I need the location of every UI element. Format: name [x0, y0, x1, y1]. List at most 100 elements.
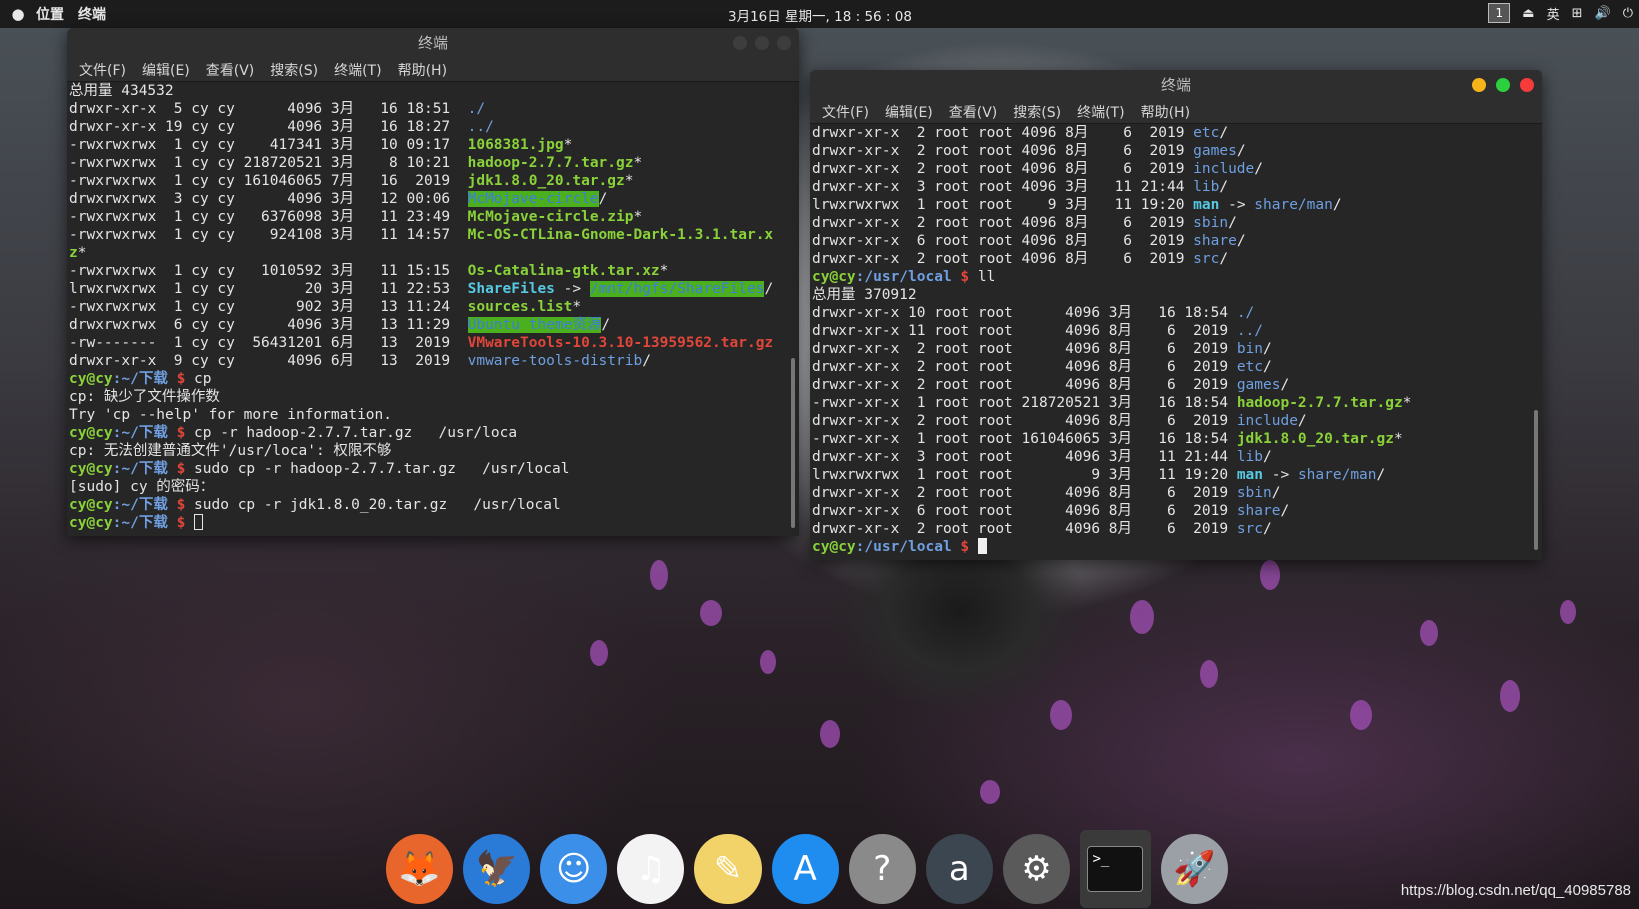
- terminal-text: ./: [1236, 305, 1255, 321]
- terminal-text: 总用量 370912: [812, 287, 917, 303]
- thunderbird-icon[interactable]: 🦅: [463, 833, 531, 904]
- terminal-text: /: [1280, 377, 1290, 393]
- terminal-text: *: [77, 245, 87, 261]
- menu-item[interactable]: 文件(F): [822, 102, 869, 122]
- terminal-line: lrwxrwxrwx 1 cy cy 20 3月 11 22:53 ShareF…: [69, 280, 799, 298]
- menu-item[interactable]: 终端(T): [334, 60, 381, 80]
- terminal-line: cy@cy:~/下载 $ sudo cp -r jdk1.8.0_20.tar.…: [69, 496, 799, 514]
- terminal-text: *: [659, 263, 669, 279]
- scrollbar[interactable]: [1534, 410, 1538, 550]
- terminal-text: /: [1332, 197, 1342, 213]
- terminal-text: drwxr-xr-x 2 root root 4096 8月 6 2019: [812, 377, 1237, 393]
- minimize-button[interactable]: [733, 36, 747, 50]
- window-titlebar[interactable]: 终端: [67, 28, 799, 58]
- menu-item[interactable]: 编辑(E): [142, 60, 190, 80]
- finder-icon-glyph: ☺: [556, 848, 592, 889]
- terminal-window-right[interactable]: 终端 文件(F) 编辑(E) 查看(V) 搜索(S) 终端(T) 帮助(H) drwxr-…: [810, 70, 1542, 560]
- terminal-line: -rwxrwxrwx 1 cy cy 902 3月 13 11:24 sourc…: [69, 298, 799, 316]
- terminal-line: -rwxrwxrwx 1 cy cy 161046065 7月 16 2019 …: [69, 172, 799, 190]
- clock[interactable]: 3月16日 星期一, 18 : 56 : 08: [728, 5, 912, 25]
- terminal-icon[interactable]: >_: [1079, 829, 1151, 908]
- terminal-line: drwxr-xr-x 2 root root 4096 8月 6 2019 in…: [812, 160, 1542, 178]
- close-button[interactable]: [777, 36, 791, 50]
- terminal-line: cy@cy:~/下载 $ cp: [69, 370, 799, 388]
- terminal-line: -rwxrwxrwx 1 cy cy 924108 3月 11 14:57 Mc…: [69, 226, 799, 244]
- terminal-text: /: [1280, 503, 1290, 519]
- scrollbar[interactable]: [791, 358, 795, 528]
- terminal-line: drwxr-xr-x 2 root root 4096 8月 6 2019 et…: [812, 124, 1542, 142]
- terminal-text: share/man: [1297, 467, 1377, 483]
- terminal-text: sources.list: [467, 299, 573, 315]
- terminal-text: hadoop-2.7.7.tar.gz: [1236, 395, 1403, 411]
- app-store-icon[interactable]: A: [771, 833, 839, 904]
- power-icon[interactable]: ⏻: [1623, 6, 1633, 21]
- terminal-text: sbin: [1193, 215, 1229, 231]
- places-menu[interactable]: 位置: [36, 4, 64, 24]
- input-method-indicator[interactable]: 英: [1547, 4, 1560, 23]
- volume-icon[interactable]: 🔊: [1595, 6, 1611, 21]
- amazon-icon-glyph: a: [948, 848, 970, 889]
- terminal-text: ll: [977, 269, 996, 285]
- menu-item[interactable]: 帮助(H): [398, 60, 447, 80]
- menu-item[interactable]: 查看(V): [949, 102, 998, 122]
- terminal-text: -rwxrwxrwx 1 cy cy 924108 3月 11 14:57: [69, 227, 468, 243]
- window-titlebar[interactable]: 终端: [810, 70, 1542, 100]
- terminal-text: -rwxrwxrwx 1 cy cy 161046065 7月 16 2019: [69, 173, 468, 189]
- terminal-text: drwxr-xr-x 2 root root 4096 8月 6 2019: [812, 485, 1237, 501]
- menu-item[interactable]: 搜索(S): [270, 60, 318, 80]
- firefox-icon-glyph: 🦊: [398, 848, 441, 889]
- menu-item[interactable]: 终端(T): [1077, 102, 1124, 122]
- terminal-text: jdk1.8.0_20.tar.gz: [1236, 431, 1394, 447]
- terminal-text: drwxr-xr-x 2 root root 4096 8月 6 2019: [812, 413, 1237, 429]
- settings-icon[interactable]: ⚙: [1002, 833, 1070, 904]
- launchpad-icon[interactable]: 🚀: [1160, 833, 1229, 904]
- help-icon[interactable]: ?: [848, 833, 916, 904]
- terminal-line: drwxr-xr-x 2 root root 4096 8月 6 2019 sb…: [812, 484, 1542, 502]
- terminal-output[interactable]: 总用量 434532 drwxr-xr-x 5 cy cy 4096 3月 16 …: [67, 82, 799, 532]
- terminal-line: drwxr-xr-x 2 root root 4096 8月 6 2019 ga…: [812, 142, 1542, 160]
- terminal-line: drwxr-xr-x 6 root root 4096 8月 6 2019 sh…: [812, 502, 1542, 520]
- firefox-icon[interactable]: 🦊: [386, 833, 454, 904]
- terminal-line: -rwxrwxrwx 1 cy cy 6376098 3月 11 23:49 M…: [69, 208, 799, 226]
- terminal-line: drwxr-xr-x 2 root root 4096 8月 6 2019 sr…: [812, 250, 1542, 268]
- menu-item[interactable]: 文件(F): [79, 60, 126, 80]
- eject-icon[interactable]: ⏏: [1522, 6, 1534, 21]
- finder-icon[interactable]: ☺: [540, 833, 608, 904]
- maximize-button[interactable]: [1496, 78, 1510, 92]
- terminal-text: 1068381.jpg: [467, 137, 564, 153]
- terminal-text: lrwxrwxrwx 1 root root 9 3月 11 19:20: [812, 197, 1194, 213]
- menu-item[interactable]: 搜索(S): [1013, 102, 1061, 122]
- terminal-text: ../: [467, 119, 494, 135]
- terminal-text: *: [1393, 431, 1403, 447]
- terminal-text: cy@cy: [69, 371, 113, 387]
- terminal-line: drwxr-xr-x 9 cy cy 4096 6月 13 2019 vmwar…: [69, 352, 799, 370]
- terminal-output[interactable]: drwxr-xr-x 2 root root 4096 8月 6 2019 et…: [810, 124, 1542, 556]
- music-icon[interactable]: ♫: [617, 833, 685, 904]
- terminal-text: src: [1193, 251, 1220, 267]
- terminal-text: drwxr-xr-x 2 root root 4096 8月 6 2019: [812, 341, 1237, 357]
- terminal-text: :~/下载: [112, 371, 177, 387]
- amazon-icon[interactable]: a: [925, 833, 993, 904]
- terminal-window-left[interactable]: 终端 文件(F) 编辑(E) 查看(V) 搜索(S) 终端(T) 帮助(H) 总用量 43…: [67, 28, 799, 536]
- minimize-button[interactable]: [1472, 78, 1486, 92]
- close-button[interactable]: [1520, 78, 1534, 92]
- terminal-text: cp -r hadoop-2.7.7.tar.gz /usr/loca: [194, 425, 518, 441]
- menu-item[interactable]: 帮助(H): [1141, 102, 1190, 122]
- terminal-text: drwxr-xr-x 11 root root 4096 8月 6 2019: [812, 323, 1237, 339]
- text-editor-icon[interactable]: ✎: [694, 833, 762, 904]
- terminal-icon-glyph: >_: [1087, 845, 1144, 892]
- apple-menu-icon[interactable]: ●: [0, 5, 36, 23]
- network-icon[interactable]: ⊞: [1572, 6, 1583, 21]
- menu-item[interactable]: 编辑(E): [885, 102, 933, 122]
- workspace-indicator[interactable]: 1: [1488, 3, 1511, 23]
- menu-item[interactable]: 查看(V): [206, 60, 255, 80]
- terminal-text: -rwxrwxrwx 1 cy cy 6376098 3月 11 23:49: [69, 209, 468, 225]
- terminal-text: drwxr-xr-x 6 root root 4096 8月 6 2019: [812, 233, 1194, 249]
- terminal-text: /: [1219, 179, 1229, 195]
- terminal-line: lrwxrwxrwx 1 root root 9 3月 11 19:20 man…: [812, 196, 1542, 214]
- maximize-button[interactable]: [755, 36, 769, 50]
- terminal-app-menu[interactable]: 终端: [78, 4, 106, 24]
- terminal-text: /: [1263, 341, 1272, 357]
- terminal-text: cy@cy: [69, 461, 113, 477]
- terminal-text: *: [624, 173, 634, 189]
